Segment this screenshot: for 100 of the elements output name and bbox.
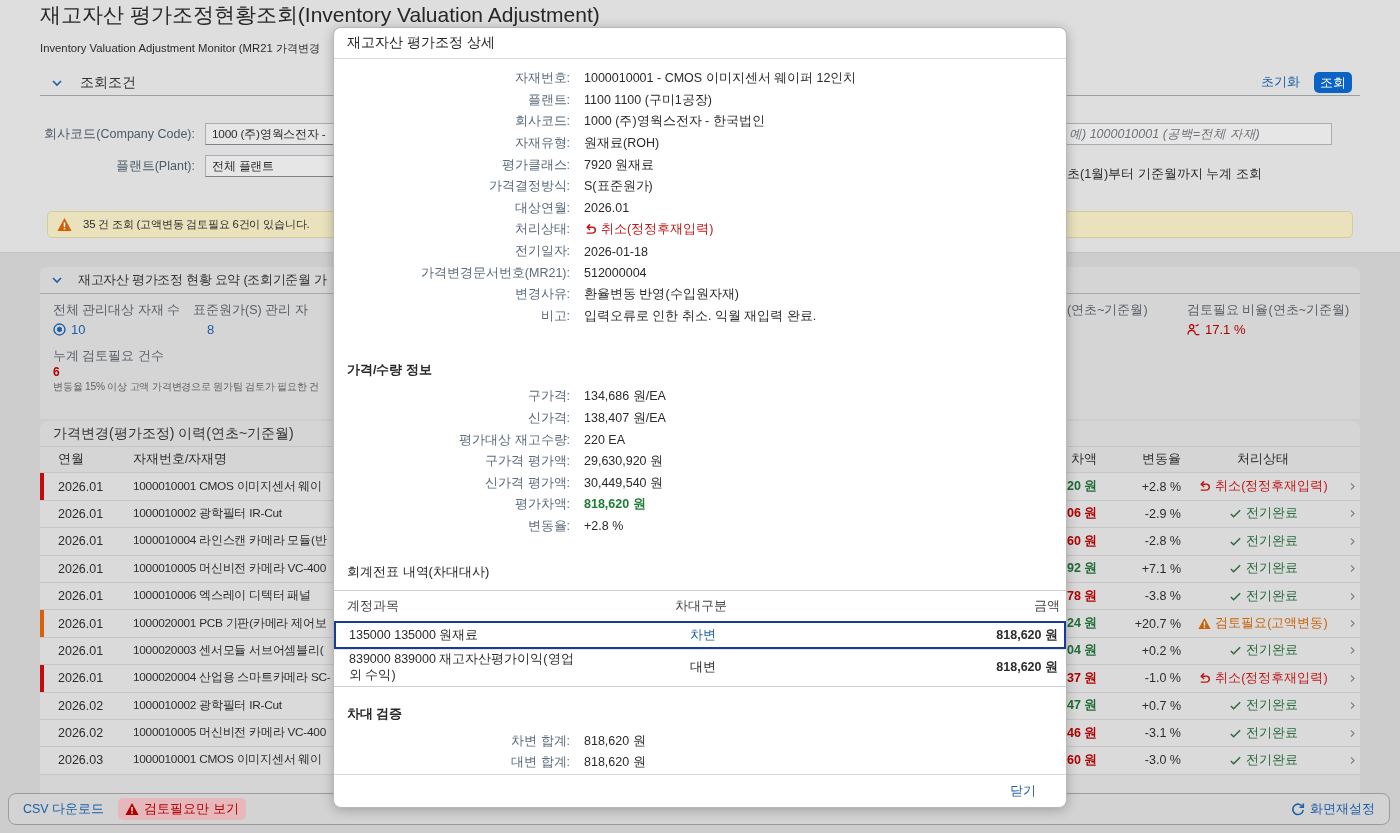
table-cell-text: 2026.01 bbox=[58, 643, 105, 658]
table-cell: 1000010006 엑스레이 디텍터 패널 bbox=[133, 588, 311, 605]
warning-icon bbox=[57, 217, 72, 232]
check-icon bbox=[1228, 754, 1242, 767]
reset-layout-button[interactable]: 화면재설정 bbox=[1287, 797, 1379, 821]
dialog-title: 재고자산 평가조정 상세 bbox=[334, 28, 1066, 59]
close-button[interactable]: 닫기 bbox=[1002, 779, 1044, 803]
table-cell-text: 2026.01 bbox=[58, 506, 105, 521]
table-cell-text: 2026.01 bbox=[58, 561, 105, 576]
detail-value: 30,449,540 원 bbox=[584, 474, 664, 492]
reset-button[interactable]: 초기화 bbox=[1255, 72, 1306, 93]
table-cell-text: 2026.02 bbox=[58, 726, 105, 741]
table-cell-text: -3.1 % bbox=[1143, 726, 1181, 741]
detail-label: 평가대상 재고수량: bbox=[458, 431, 570, 449]
table-cell: 1000010005 머신비전 카메라 VC-400 bbox=[133, 560, 326, 577]
detail-label: 가격결정방식: bbox=[487, 178, 570, 196]
detail-label: 자재유형: bbox=[513, 135, 570, 153]
detail-value: 1100 1100 (구미1공장) bbox=[584, 91, 712, 109]
detail-label: 가격변경문서번호(MR21): bbox=[419, 264, 570, 282]
table-cell-text: 2026.03 bbox=[58, 753, 105, 768]
detail-value: 220 EA bbox=[584, 433, 625, 448]
table-cell-text: 818,620 원 bbox=[995, 658, 1058, 676]
kpi-label: (연초~기준월) bbox=[1067, 302, 1149, 318]
select-field[interactable]: 1000 (주)영웍스전자 - bbox=[205, 123, 333, 145]
table-row[interactable]: 839000 839000 재고자산평가이익(영업외 수익) 대변 818,620 원 bbox=[334, 649, 1066, 687]
column-header: 자재번호/자재명 bbox=[133, 451, 228, 469]
detail-value: 1000 (주)영웍스전자 - 한국법인 bbox=[584, 113, 765, 131]
table-cell-text: -1.0 % bbox=[1143, 671, 1181, 686]
table-cell-text: +0.2 % bbox=[1140, 643, 1181, 658]
detail-label: 대상연월: bbox=[513, 199, 570, 217]
table-row[interactable]: 135000 135000 원재료 차변 818,620 원 bbox=[334, 621, 1066, 650]
table-cell: 1000020001 PCB 기판(카메라 제어보 bbox=[133, 615, 327, 632]
page-subtitle: Inventory Valuation Adjustment Monitor (MR21 가격변경 bbox=[40, 41, 320, 56]
table-cell: 839000 839000 재고자산평가이익(영업외 수익) bbox=[349, 651, 575, 684]
detail-value: +2.8 % bbox=[584, 519, 624, 534]
select-field[interactable]: 전체 플랜트 bbox=[205, 154, 333, 177]
detail-label: 비고: bbox=[539, 307, 570, 325]
table-cell-text: 차변 bbox=[689, 626, 717, 644]
detail-value: 7920 원재료 bbox=[584, 156, 655, 174]
status-text: 전기완료 bbox=[1245, 560, 1298, 578]
table-cell-text: -2.9 % bbox=[1143, 506, 1181, 521]
table-cell: 24 원 bbox=[1067, 615, 1097, 633]
status-text: 전기완료 bbox=[1245, 505, 1298, 523]
warning-icon bbox=[1198, 617, 1212, 631]
kpi-label: 표준원가(S) 관리 자 bbox=[193, 302, 309, 318]
table-cell: 06 원 bbox=[1067, 505, 1097, 523]
table-cell: 1000010002 광학필터 IR-Cut bbox=[133, 505, 282, 522]
table-cell-text: -3.0 % bbox=[1143, 753, 1181, 768]
table-cell-text: 2026.01 bbox=[58, 589, 105, 604]
detail-value: 2026.01 bbox=[584, 201, 630, 216]
kpi-value: 8 bbox=[206, 321, 215, 337]
field-label: 회사코드(Company Code): bbox=[43, 126, 195, 143]
undo-icon bbox=[1198, 671, 1212, 685]
table-cell: 1000010002 광학필터 IR-Cut bbox=[133, 697, 282, 714]
kpi-value: 6 bbox=[53, 364, 60, 380]
kpi-label: 전체 관리대상 자재 수 bbox=[53, 302, 182, 318]
status-text: 전기완료 bbox=[1245, 752, 1298, 769]
detail-value: 134,686 원/EA bbox=[584, 388, 666, 406]
warning-icon bbox=[125, 802, 140, 816]
table-cell: 1000020003 센서모듈 서브어셈블리( bbox=[133, 642, 324, 659]
table-cell: 78 원 bbox=[1067, 587, 1097, 605]
refresh-icon bbox=[1291, 802, 1305, 816]
undo-icon bbox=[584, 223, 597, 237]
table-title: 가격변경(평가조정) 이력(연초~기준월) bbox=[52, 424, 295, 443]
review-filter-button[interactable]: 검토필요만 보기 bbox=[118, 798, 246, 820]
column-header: 차대구분 bbox=[674, 597, 728, 615]
status-text: 전기완료 bbox=[1245, 587, 1298, 605]
section-title: 차대 검증 bbox=[346, 706, 404, 724]
option-text: 초(1월)부터 기준월까지 누계 조회 bbox=[1067, 166, 1262, 183]
undo-icon bbox=[1198, 480, 1212, 494]
detail-value: 입력오류로 인한 취소. 익월 재입력 완료. bbox=[584, 307, 817, 325]
table-cell-text: -2.8 % bbox=[1143, 534, 1181, 549]
check-icon bbox=[1228, 562, 1242, 576]
detail-value: 29,630,920 원 bbox=[584, 453, 664, 471]
detail-label: 평가차액: bbox=[513, 496, 570, 514]
check-icon bbox=[1228, 699, 1242, 713]
status-text: 전기완료 bbox=[1245, 532, 1298, 550]
material-field[interactable]: 예) 1000010001 (공백=전체 자재) bbox=[1067, 123, 1332, 145]
kpi-label: 누계 검토필요 건수 bbox=[53, 348, 164, 364]
field-label: 플랜트(Plant): bbox=[114, 157, 195, 175]
section-title: 회계전표 내역(차대대사) bbox=[346, 563, 491, 582]
table-cell: 1000010004 라인스캔 카메라 모듈(반 bbox=[133, 533, 327, 550]
search-button[interactable]: 조회 bbox=[1314, 72, 1352, 93]
detail-value: 818,620 원 bbox=[584, 496, 646, 514]
status-text: 전기완료 bbox=[1245, 697, 1298, 715]
column-header: 처리상태 bbox=[1236, 451, 1290, 469]
table-cell: 1000010005 머신비전 카메라 VC-400 bbox=[133, 725, 326, 742]
section-title: 조회조건 bbox=[80, 73, 136, 92]
detail-label: 플랜트: bbox=[526, 91, 570, 109]
detail-value: 818,620 원 bbox=[584, 754, 646, 772]
table-cell: 1000020004 산업용 스마트카메라 SC- bbox=[133, 670, 331, 687]
table-cell-text: +7.1 % bbox=[1140, 561, 1181, 576]
status-text: 취소(정정후재입력) bbox=[601, 221, 714, 239]
page-title: 재고자산 평가조정현황조회(Inventory Valuation Adjustment) bbox=[40, 4, 600, 26]
detail-value: 1000010001 - CMOS 이미지센서 웨이퍼 12인치 bbox=[584, 70, 857, 88]
detail-label: 회사코드: bbox=[513, 113, 570, 131]
csv-download-button[interactable]: CSV 다운로드 bbox=[19, 797, 109, 821]
table-cell-text: 2026.01 bbox=[58, 479, 105, 494]
detail-value: 138,407 원/EA bbox=[584, 410, 666, 427]
table-cell-text: -3.8 % bbox=[1143, 589, 1181, 604]
